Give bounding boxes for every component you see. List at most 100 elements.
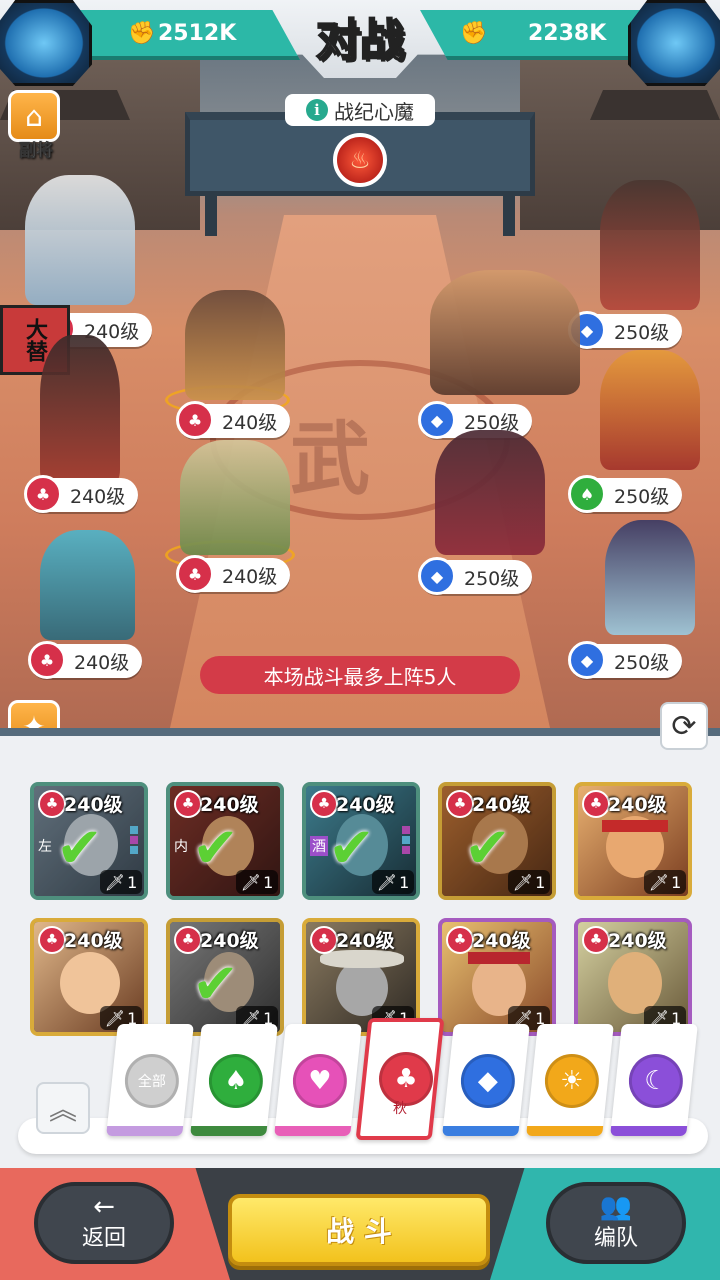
team-icon: 👥 [599,1192,633,1222]
my-power-bar: ✊ 2512K [70,10,300,60]
hero-level-tag: ♣ 240级 [28,641,142,679]
club-faction-icon: ♣ [38,926,66,954]
club-faction-icon: ♣ [174,790,202,818]
hero-card-1[interactable]: ♣ 240级 左 ✔ 🗡 1 [30,782,148,900]
hero-card-9[interactable]: ♣ 240级 🗡 1 [438,918,556,1036]
counter-cycle-icon: ✦ [8,700,60,728]
sword-icon: 🗡 [240,872,262,892]
diamond-faction-icon: ◆ [418,401,456,439]
refresh-button[interactable]: ⟳ [660,702,708,750]
hero-card-7[interactable]: ♣ 240级 ✔ 🗡 1 [166,918,284,1036]
hero-level: 250级 [614,651,670,674]
hero-level-tag: ◆ 250级 [568,311,682,349]
hero-level: 240级 [70,485,126,508]
team-label: 编队 [593,1226,638,1251]
filter-all[interactable]: 全部 [106,1024,194,1136]
club-faction-icon: ♣ [176,401,214,439]
card-count: 🗡1 [372,870,414,894]
flag-text: 大替 [22,318,48,362]
card-tag: 左 [38,839,52,855]
club-faction-icon: ♣ [310,926,338,954]
hero-card-3[interactable]: ♣ 240级 酒 ✔ 🗡 1 [302,782,420,900]
team-button[interactable]: 👥 编队 [546,1182,686,1264]
fist-icon: ✊ [128,20,156,46]
back-button[interactable]: ← 返回 [34,1182,174,1264]
hero-level-tag: ♣ 240级 [24,475,138,513]
club-faction-icon: ♣ [28,641,66,679]
spade-faction-icon: ♠ [568,475,606,513]
sword-icon: 🗡 [648,872,670,892]
enemy-power-bar: ✊ 2238K [420,10,650,60]
hero-level: 250级 [464,567,520,590]
stage-tag[interactable]: i 战纪心魔 [285,94,435,126]
filter-club[interactable]: ♣ 秋 [355,1018,445,1140]
selected-check-icon: ✔ [56,816,103,881]
info-icon: i [306,99,328,121]
filter-club-label: 秋 [392,1101,407,1117]
spade-icon: ♠ [208,1054,263,1108]
moon-icon: ☾ [628,1054,683,1108]
club-faction-icon: ♣ [38,790,66,818]
selected-check-icon: ✔ [328,816,375,881]
club-faction-icon: ♣ [24,475,62,513]
all-icon: 全部 [124,1054,179,1108]
club-faction-icon: ♣ [310,790,338,818]
filter-moon[interactable]: ☾ [610,1024,698,1136]
card-level: 240级 [336,930,395,952]
my-power-value: 2512K [158,20,237,46]
card-level: 240级 [200,794,259,816]
sword-icon: 🗡 [376,872,398,892]
hero-card-6[interactable]: ♣ 240级 🗡 1 [30,918,148,1036]
filter-diamond[interactable]: ◆ [442,1024,530,1136]
club-faction-icon: ♣ [174,926,202,954]
collapse-button[interactable]: ︽ [36,1082,90,1134]
selected-check-icon: ✔ [192,952,239,1017]
card-level: 240级 [608,930,667,952]
card-count: 🗡1 [508,870,550,894]
chevron-up-icon: ︽ [48,1093,77,1126]
hero-level-tag: ♣ 240级 [176,555,290,593]
counter-button[interactable]: ✦ 克制 [8,700,64,728]
card-level: 240级 [64,930,123,952]
filter-heart[interactable]: ♥ [274,1024,362,1136]
selected-check-icon: ✔ [192,816,239,881]
card-level: 240级 [64,794,123,816]
floor-glyph: 武 [290,412,370,506]
club-faction-icon: ♣ [176,555,214,593]
card-count: 🗡1 [644,870,686,894]
back-label: 返回 [81,1226,126,1251]
screen-title: 对战 [315,14,405,67]
fight-label: 战 斗 [326,1215,392,1248]
sword-icon: 🗡 [104,872,126,892]
my-team-emblem [0,0,92,86]
sun-icon: ☀ [544,1054,599,1108]
card-level: 240级 [336,794,395,816]
roof-right [590,90,720,120]
filter-spade[interactable]: ♠ [190,1024,278,1136]
card-tag: 内 [174,839,188,855]
hero-card-10[interactable]: ♣ 240级 🗡 1 [574,918,692,1036]
card-tag: 酒 [310,836,328,856]
card-level: 240级 [608,794,667,816]
hero-level: 250级 [614,485,670,508]
hero-card-4[interactable]: ♣ 240级 ✔ 🗡 1 [438,782,556,900]
stage-tag-label: 战纪心魔 [334,99,414,124]
diamond-faction-icon: ◆ [568,641,606,679]
diamond-faction-icon: ◆ [418,557,456,595]
hero-level-tag: ♣ 240级 [176,401,290,439]
deputy-label: 副将 [19,141,54,162]
fight-button[interactable]: 战 斗 [228,1194,490,1266]
house-icon: ⌂ [8,90,60,142]
club-faction-icon: ♣ [446,926,474,954]
enemy-power-value: 2238K [528,20,607,46]
fire-stage-icon[interactable]: ♨ [333,133,387,187]
card-level: 240级 [472,794,531,816]
filter-sun[interactable]: ☀ [526,1024,614,1136]
deputy-button[interactable]: ⌂ 副将 [8,90,64,166]
fist-icon: ✊ [460,20,488,46]
hero-card-5[interactable]: ♣ 240级 🗡 1 [574,782,692,900]
hero-level: 240级 [74,651,130,674]
hero-level-tag: ◆ 250级 [418,557,532,595]
enemy-team-emblem [628,0,720,86]
hero-card-2[interactable]: ♣ 240级 内 ✔ 🗡 1 [166,782,284,900]
